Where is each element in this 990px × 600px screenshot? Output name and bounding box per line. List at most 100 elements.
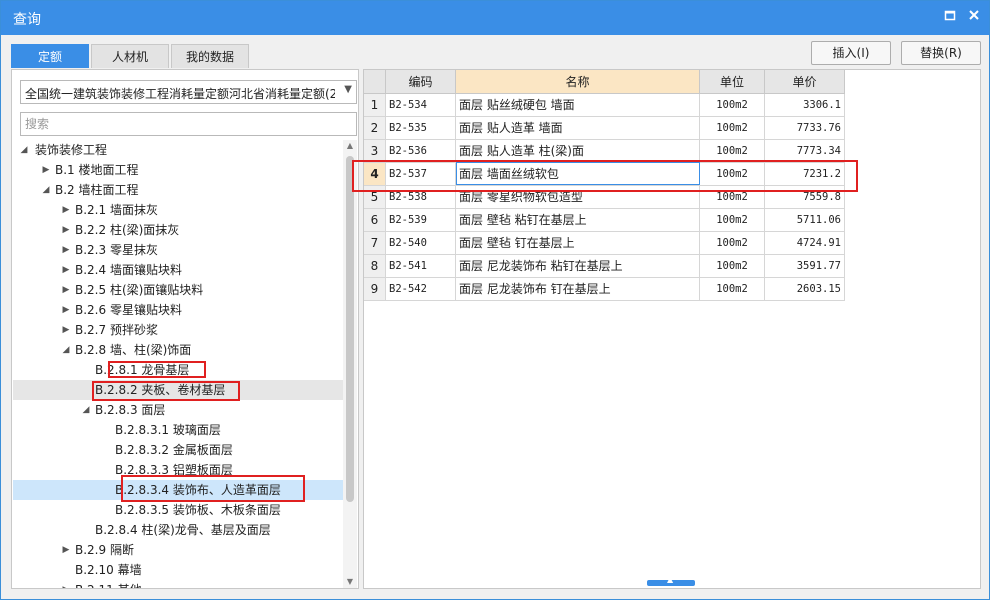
tree-node[interactable]: B.2.8.2 夹板、卷材基层	[13, 380, 343, 400]
name-cell[interactable]: 面层 壁毡 粘钉在基层上	[456, 209, 700, 232]
unit-cell[interactable]: 100m2	[700, 117, 765, 140]
tree-node-selected[interactable]: B.2.8.3.4 装饰布、人造革面层	[13, 480, 343, 500]
column-header-code[interactable]: 编码	[386, 70, 456, 94]
price-cell[interactable]: 7231.2	[765, 163, 845, 186]
tree-node[interactable]: ▶ B.2.7 预拌砂浆	[13, 320, 343, 340]
tab-labor-material[interactable]: 人材机	[91, 44, 169, 68]
tab-quota[interactable]: 定额	[11, 44, 89, 68]
column-header-name[interactable]: 名称	[456, 70, 700, 94]
triangle-right-icon[interactable]: ▶	[61, 220, 71, 240]
triangle-right-icon[interactable]: ▶	[61, 320, 71, 340]
scrollbar-thumb[interactable]	[346, 156, 354, 502]
code-cell[interactable]: B2-538	[386, 186, 456, 209]
tree-node[interactable]: B.2.8.3.2 金属板面层	[13, 440, 343, 460]
tree-scrollbar[interactable]: ▲ ▼	[343, 140, 357, 588]
tree-node[interactable]: ▶ B.2.4 墙面镶贴块料	[13, 260, 343, 280]
triangle-right-icon[interactable]: ▶	[61, 280, 71, 300]
price-cell[interactable]: 3306.1	[765, 94, 845, 117]
scroll-down-icon[interactable]: ▼	[343, 576, 357, 588]
unit-cell[interactable]: 100m2	[700, 255, 765, 278]
row-number[interactable]: 6	[364, 209, 386, 232]
unit-cell[interactable]: 100m2	[700, 140, 765, 163]
code-cell[interactable]: B2-534	[386, 94, 456, 117]
panel-collapse-handle[interactable]: ▲	[647, 575, 695, 586]
tree-node[interactable]: ▶ B.2.5 柱(梁)面镶贴块料	[13, 280, 343, 300]
price-cell[interactable]: 2603.15	[765, 278, 845, 301]
triangle-right-icon[interactable]: ▶	[61, 540, 71, 560]
code-cell[interactable]: B2-536	[386, 140, 456, 163]
row-number[interactable]: 5	[364, 186, 386, 209]
tree-node[interactable]: ◢ B.2.8.3 面层	[13, 400, 343, 420]
tree-node[interactable]: B.2.8.4 柱(梁)龙骨、基层及面层	[13, 520, 343, 540]
row-number[interactable]: 9	[364, 278, 386, 301]
triangle-right-icon[interactable]: ▶	[41, 160, 51, 180]
row-number[interactable]: 4	[364, 163, 386, 186]
tree-node[interactable]: B.2.8.3.1 玻璃面层	[13, 420, 343, 440]
price-cell[interactable]: 7773.34	[765, 140, 845, 163]
unit-cell[interactable]: 100m2	[700, 163, 765, 186]
row-number[interactable]: 8	[364, 255, 386, 278]
tree-node[interactable]: ◢ 装饰装修工程	[13, 140, 343, 160]
name-cell[interactable]: 面层 壁毡 钉在基层上	[456, 232, 700, 255]
unit-cell[interactable]: 100m2	[700, 94, 765, 117]
price-cell[interactable]: 5711.06	[765, 209, 845, 232]
code-cell[interactable]: B2-542	[386, 278, 456, 301]
triangle-down-icon[interactable]: ◢	[41, 180, 51, 200]
search-input[interactable]	[20, 112, 357, 136]
tree-node[interactable]: B.2.10 幕墙	[13, 560, 343, 580]
price-cell[interactable]: 7559.8	[765, 186, 845, 209]
triangle-down-icon[interactable]: ◢	[81, 400, 91, 420]
triangle-right-icon[interactable]: ▶	[61, 300, 71, 320]
name-cell[interactable]: 面层 尼龙装饰布 钉在基层上	[456, 278, 700, 301]
code-cell[interactable]: B2-541	[386, 255, 456, 278]
name-cell[interactable]: 面层 尼龙装饰布 粘钉在基层上	[456, 255, 700, 278]
triangle-right-icon[interactable]: ▶	[61, 200, 71, 220]
unit-cell[interactable]: 100m2	[700, 232, 765, 255]
unit-cell[interactable]: 100m2	[700, 186, 765, 209]
name-cell[interactable]: 面层 贴丝绒硬包 墙面	[456, 94, 700, 117]
insert-button[interactable]: 插入(I)	[811, 41, 891, 65]
tree-node[interactable]: ▶ B.2.6 零星镶贴块料	[13, 300, 343, 320]
triangle-right-icon[interactable]: ▶	[61, 260, 71, 280]
triangle-down-icon[interactable]: ◢	[19, 140, 29, 160]
triangle-right-icon[interactable]: ▶	[61, 580, 71, 588]
triangle-down-icon[interactable]: ◢	[61, 340, 71, 360]
triangle-right-icon[interactable]: ▶	[61, 240, 71, 260]
close-icon[interactable]	[965, 9, 983, 27]
tree-node[interactable]: B.2.8.1 龙骨基层	[13, 360, 343, 380]
name-cell[interactable]: 面层 贴人造革 柱(梁)面	[456, 140, 700, 163]
code-cell[interactable]: B2-539	[386, 209, 456, 232]
replace-button[interactable]: 替换(R)	[901, 41, 981, 65]
code-cell[interactable]: B2-535	[386, 117, 456, 140]
tree-node[interactable]: ▶ B.2.1 墙面抹灰	[13, 200, 343, 220]
tree-node[interactable]: ◢ B.2 墙柱面工程	[13, 180, 343, 200]
price-cell[interactable]: 3591.77	[765, 255, 845, 278]
row-number[interactable]: 3	[364, 140, 386, 163]
library-select[interactable]: 全国统一建筑装饰装修工程消耗量定额河北省消耗量定额(20 ▼	[20, 80, 357, 104]
tab-my-data[interactable]: 我的数据	[171, 44, 249, 68]
code-cell[interactable]: B2-537	[386, 163, 456, 186]
tree-node[interactable]: B.2.8.3.3 铝塑板面层	[13, 460, 343, 480]
scroll-up-icon[interactable]: ▲	[343, 140, 357, 152]
name-cell[interactable]: 面层 贴人造革 墙面	[456, 117, 700, 140]
tree-node[interactable]: ▶B.2.11 其他	[13, 580, 343, 588]
tree-node[interactable]: B.2.8.3.5 装饰板、木板条面层	[13, 500, 343, 520]
row-number[interactable]: 2	[364, 117, 386, 140]
tree-node[interactable]: ▶ B.1 楼地面工程	[13, 160, 343, 180]
name-cell[interactable]: 面层 零星织物软包造型	[456, 186, 700, 209]
active-cell-editor[interactable]	[456, 162, 700, 185]
code-cell[interactable]: B2-540	[386, 232, 456, 255]
row-number[interactable]: 1	[364, 94, 386, 117]
tree-node[interactable]: ▶ B.2.3 零星抹灰	[13, 240, 343, 260]
price-cell[interactable]: 7733.76	[765, 117, 845, 140]
unit-cell[interactable]: 100m2	[700, 209, 765, 232]
column-header-price[interactable]: 单价	[765, 70, 845, 94]
tree-node[interactable]: ▶ B.2.2 柱(梁)面抹灰	[13, 220, 343, 240]
tree-node[interactable]: ◢ B.2.8 墙、柱(梁)饰面	[13, 340, 343, 360]
maximize-icon[interactable]	[941, 9, 959, 27]
tree-node[interactable]: ▶ B.2.9 隔断	[13, 540, 343, 560]
unit-cell[interactable]: 100m2	[700, 278, 765, 301]
price-cell[interactable]: 4724.91	[765, 232, 845, 255]
row-number[interactable]: 7	[364, 232, 386, 255]
column-header-unit[interactable]: 单位	[700, 70, 765, 94]
